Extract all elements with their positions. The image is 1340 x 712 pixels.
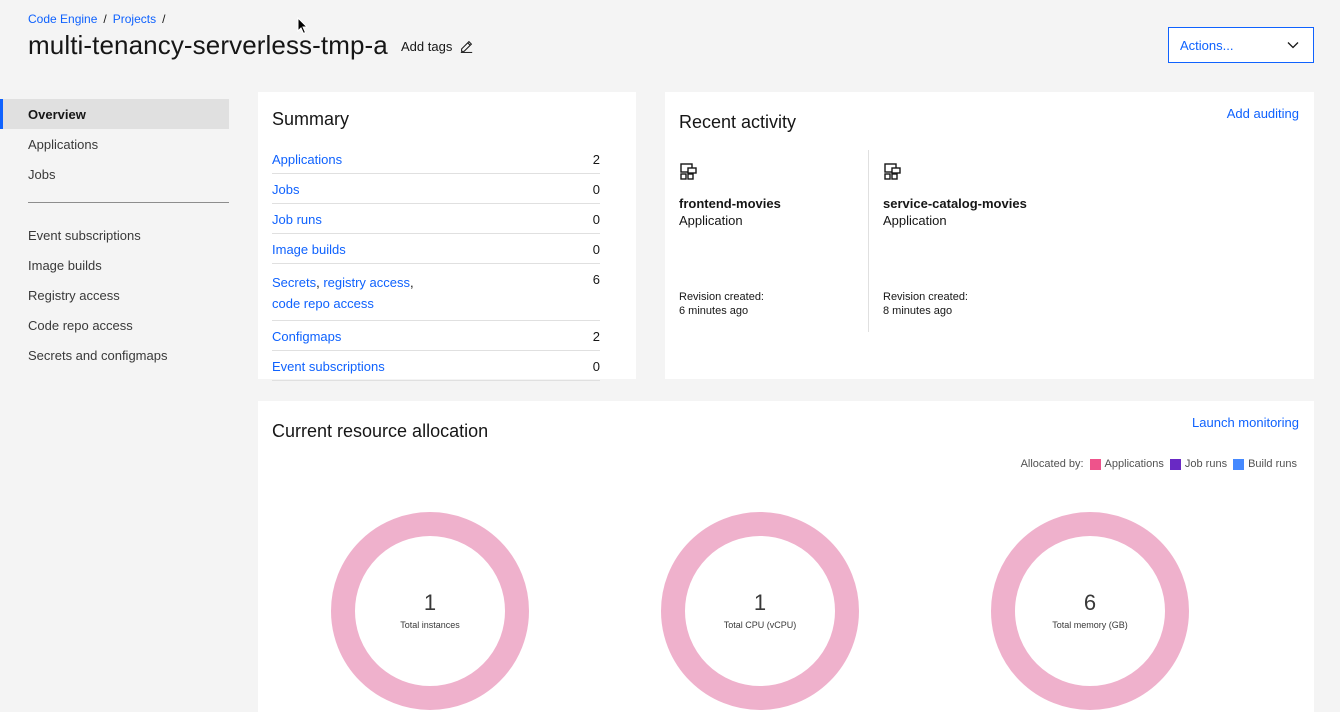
summary-row: Applications 2 (272, 144, 600, 174)
summary-title: Summary (272, 109, 350, 129)
nav-item-secrets-configmaps[interactable]: Secrets and configmaps (0, 340, 229, 370)
legend-swatch (1089, 458, 1101, 470)
donut-total-cpu: 1 Total CPU (vCPU) (661, 512, 859, 710)
summary-card: Summary Applications 2 Jobs 0 Job runs 0… (258, 92, 636, 381)
summary-multi-links: Secrets, registry access, code repo acce… (272, 275, 414, 311)
recent-activity-title: Recent activity (679, 112, 797, 132)
nav-item-image-builds[interactable]: Image builds (0, 250, 229, 280)
summary-count: 0 (592, 359, 600, 374)
resource-allocation-card: Current resource allocation Launch monit… (258, 401, 1314, 712)
recent-activity-card: Recent activity Add auditing frontend-mo… (665, 92, 1314, 379)
actions-dropdown[interactable]: Actions... (1168, 27, 1314, 63)
allocation-legend: Allocated by: Applications Job runs Buil… (1021, 458, 1297, 470)
donut-label: Total instances (400, 620, 460, 630)
legend-text: Applications (1104, 458, 1164, 470)
edit-pencil-icon (461, 40, 473, 53)
summary-link-job-runs[interactable]: Job runs (272, 212, 322, 227)
nav-divider (28, 202, 229, 203)
donut-value: 1 (423, 590, 437, 615)
breadcrumb-separator: / (103, 12, 107, 26)
activity-divider (868, 150, 869, 332)
summary-count: 0 (592, 242, 600, 257)
summary-link-image-builds[interactable]: Image builds (272, 242, 346, 257)
nav-item-registry-access[interactable]: Registry access (0, 280, 229, 310)
breadcrumb: Code Engine / Projects / (28, 12, 165, 26)
summary-list: Applications 2 Jobs 0 Job runs 0 Image b… (272, 144, 600, 381)
add-tags-button[interactable]: Add tags (401, 39, 473, 54)
legend-swatch (1233, 458, 1245, 470)
donut-label: Total CPU (vCPU) (723, 620, 797, 630)
revision-time: 6 minutes ago (679, 305, 749, 317)
legend-text: Build runs (1248, 458, 1297, 470)
legend-swatch (1169, 458, 1181, 470)
legend-item-applications: Applications (1089, 458, 1164, 470)
summary-count: 2 (592, 329, 600, 344)
nav-item-jobs[interactable]: Jobs (0, 159, 229, 189)
page-title: multi-tenancy-serverless-tmp-a (28, 30, 388, 60)
nav-item-overview[interactable]: Overview (0, 99, 229, 129)
revision-time: 8 minutes ago (883, 305, 953, 317)
breadcrumb-projects[interactable]: Projects (113, 12, 156, 26)
summary-row: Configmaps 2 (272, 321, 600, 351)
summary-row: Jobs 0 (272, 174, 600, 204)
summary-count: 0 (592, 212, 600, 227)
activity-type: Application (679, 213, 743, 228)
launch-monitoring-link[interactable]: Launch monitoring (1192, 415, 1299, 430)
legend-text: Job runs (1184, 458, 1228, 470)
legend-item-job-runs: Job runs (1169, 458, 1228, 470)
activity-item[interactable]: frontend-movies Application Revision cre… (679, 162, 869, 317)
activity-item[interactable]: service-catalog-movies Application Revis… (883, 162, 1073, 317)
add-tags-label: Add tags (401, 39, 453, 54)
summary-row: Event subscriptions 0 (272, 351, 600, 381)
summary-link-configmaps[interactable]: Configmaps (272, 329, 341, 344)
donut-label: Total memory (GB) (1052, 620, 1128, 630)
add-auditing-link[interactable]: Add auditing (1227, 106, 1299, 121)
application-icon (884, 163, 901, 180)
activity-name: frontend-movies (679, 196, 781, 211)
legend-label: Allocated by: (1020, 458, 1084, 470)
chevron-down-icon (1287, 42, 1299, 49)
donut-value: 6 (1083, 590, 1097, 615)
summary-row: Job runs 0 (272, 204, 600, 234)
summary-link-jobs[interactable]: Jobs (272, 182, 299, 197)
nav-item-code-repo-access[interactable]: Code repo access (0, 310, 229, 340)
summary-row: Secrets, registry access, code repo acce… (272, 264, 600, 321)
revision-label: Revision created: (883, 291, 968, 303)
activity-name: service-catalog-movies (883, 196, 1027, 211)
summary-count: 6 (592, 272, 600, 287)
side-navigation: Overview Applications Jobs Event subscri… (0, 99, 229, 370)
activity-revision: Revision created: 8 minutes ago (883, 290, 968, 318)
nav-item-event-subscriptions[interactable]: Event subscriptions (0, 220, 229, 250)
summary-link-secrets[interactable]: Secrets (272, 275, 316, 290)
donut-total-memory: 6 Total memory (GB) (991, 512, 1189, 710)
donut-total-instances: 1 Total instances (331, 512, 529, 710)
resource-allocation-title: Current resource allocation (272, 421, 489, 441)
summary-row: Image builds 0 (272, 234, 600, 264)
summary-count: 2 (592, 152, 600, 167)
donut-value: 1 (753, 590, 767, 615)
legend-item-build-runs: Build runs (1233, 458, 1297, 470)
summary-count: 0 (592, 182, 600, 197)
application-icon (680, 163, 697, 180)
summary-link-event-subscriptions[interactable]: Event subscriptions (272, 359, 385, 374)
actions-dropdown-label: Actions... (1180, 37, 1234, 53)
nav-item-applications[interactable]: Applications (0, 129, 229, 159)
activity-type: Application (883, 213, 947, 228)
summary-link-code-repo-access[interactable]: code repo access (272, 296, 374, 311)
revision-label: Revision created: (679, 291, 764, 303)
breadcrumb-code-engine[interactable]: Code Engine (28, 12, 97, 26)
summary-link-applications[interactable]: Applications (272, 152, 342, 167)
activity-revision: Revision created: 6 minutes ago (679, 290, 764, 318)
breadcrumb-separator: / (162, 12, 166, 26)
summary-link-registry-access[interactable]: registry access (323, 275, 410, 290)
